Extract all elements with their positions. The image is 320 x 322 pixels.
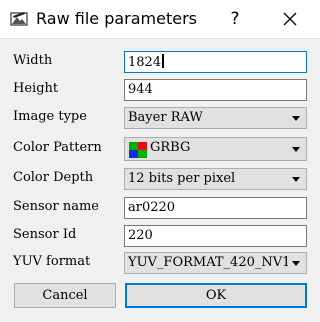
color-pattern-row: Color Pattern GRBG [0, 137, 320, 161]
sensor-name-label: Sensor name [13, 199, 99, 214]
dropdown-arrow-icon [292, 116, 300, 121]
color-pattern-value: GRBG [150, 140, 191, 155]
image-type-select[interactable]: Bayer RAW [124, 107, 307, 129]
color-pattern-select[interactable]: GRBG [124, 137, 307, 161]
color-depth-row: Color Depth 12 bits per pixel [0, 168, 320, 190]
close-icon[interactable] [274, 6, 306, 32]
height-value: 944 [128, 82, 153, 97]
yuv-format-label: YUV format [13, 254, 91, 269]
sensor-name-value: ar0220 [128, 200, 176, 215]
yuv-format-row: YUV format YUV_FORMAT_420_NV12 [0, 252, 320, 274]
sensor-id-value: 220 [128, 228, 153, 243]
color-depth-select[interactable]: 12 bits per pixel [124, 168, 307, 190]
bayer-pattern-icon [129, 142, 147, 158]
dropdown-arrow-icon [292, 261, 300, 266]
text-caret [162, 54, 165, 68]
app-icon [10, 12, 28, 26]
height-input[interactable]: 944 [124, 79, 307, 101]
color-depth-label: Color Depth [13, 170, 94, 185]
width-input[interactable]: 1824 [124, 51, 307, 73]
window-title: Raw file parameters [36, 9, 197, 28]
sensor-name-input[interactable]: ar0220 [124, 197, 307, 219]
height-label: Height [13, 81, 59, 96]
color-depth-value: 12 bits per pixel [128, 171, 236, 186]
image-type-label: Image type [13, 109, 87, 124]
width-label: Width [13, 53, 53, 68]
ok-button[interactable]: OK [125, 283, 307, 308]
sensor-name-row: Sensor name ar0220 [0, 197, 320, 219]
yuv-format-value: YUV_FORMAT_420_NV12 [128, 255, 288, 270]
dropdown-arrow-icon [292, 177, 300, 182]
sensor-id-row: Sensor Id 220 [0, 225, 320, 247]
title-bar: Raw file parameters ? [0, 0, 320, 38]
help-button[interactable]: ? [222, 6, 248, 32]
dropdown-arrow-icon [292, 147, 300, 152]
height-row: Height 944 [0, 79, 320, 101]
color-pattern-label: Color Pattern [13, 140, 102, 155]
sensor-id-input[interactable]: 220 [124, 225, 307, 247]
cancel-button[interactable]: Cancel [14, 283, 116, 308]
width-row: Width 1824 [0, 51, 320, 73]
yuv-format-select[interactable]: YUV_FORMAT_420_NV12 [124, 252, 307, 274]
image-type-value: Bayer RAW [128, 110, 203, 125]
image-type-row: Image type Bayer RAW [0, 107, 320, 129]
sensor-id-label: Sensor Id [13, 227, 77, 242]
width-value: 1824 [128, 55, 162, 70]
